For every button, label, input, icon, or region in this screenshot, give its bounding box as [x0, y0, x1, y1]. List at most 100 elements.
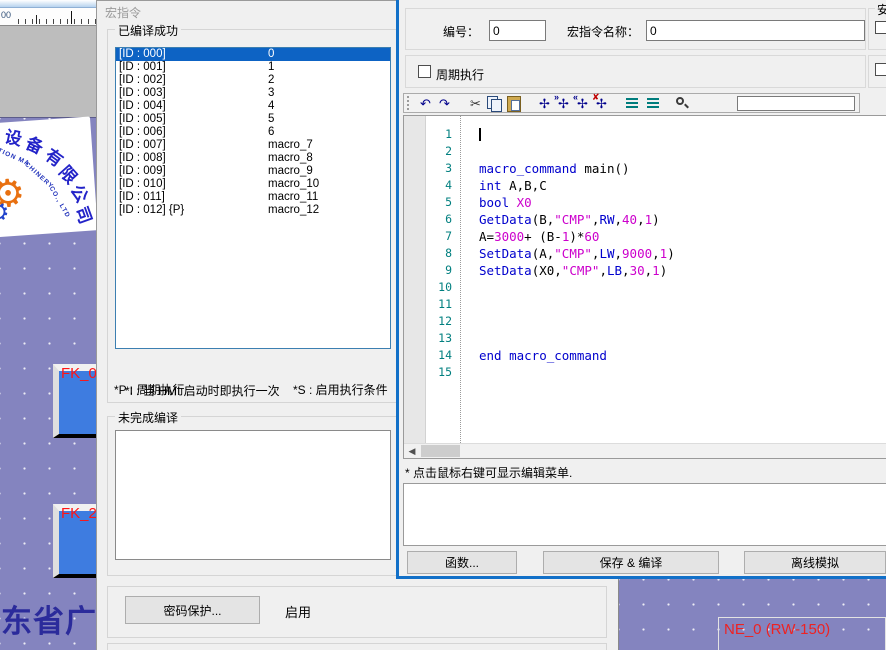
macro-editor-dialog: 编号： 宏指令名称： 周期执行 安 ↶ ↷ ✂ ✢ ✢»	[396, 0, 886, 579]
cut-icon[interactable]: ✂	[466, 95, 485, 111]
periodic-group: 周期执行	[405, 55, 866, 88]
macro-list-item[interactable]: [ID : 007]macro_7	[116, 139, 390, 152]
macro-list-item[interactable]: [ID : 006]6	[116, 126, 390, 139]
line-number: 10	[426, 279, 452, 296]
compiled-macro-list[interactable]: [ID : 000]0[ID : 001]1[ID : 002]2[ID : 0…	[115, 47, 391, 349]
code-line[interactable]	[479, 313, 886, 330]
line-number: 2	[426, 143, 452, 160]
ruler-ticks	[12, 19, 96, 24]
ne0-label: NE_0 (RW-150)	[724, 621, 830, 638]
line-number-gutter: 123456789101112131415	[426, 126, 452, 381]
uncompiled-macro-list[interactable]	[115, 430, 391, 560]
code-line[interactable]: SetData(A,"CMP",LW,9000,1)	[479, 245, 886, 262]
line-number: 11	[426, 296, 452, 313]
password-protect-button[interactable]: 密码保护...	[125, 596, 260, 624]
code-line[interactable]: macro_command main()	[479, 160, 886, 177]
ruler-tick-major	[71, 11, 72, 24]
security-group-1: 安	[868, 8, 886, 50]
line-number: 14	[426, 347, 452, 364]
save-compile-button[interactable]: 保存 & 编译	[543, 551, 719, 574]
macro-name-input[interactable]	[646, 20, 865, 41]
line-number: 5	[426, 194, 452, 211]
code-line[interactable]: bool X0	[479, 194, 886, 211]
line-number: 12	[426, 313, 452, 330]
functions-button[interactable]: 函数...	[407, 551, 517, 574]
fk2-label: FK_2	[61, 505, 97, 522]
toolbar-grip[interactable]	[407, 96, 412, 110]
uncompiled-group-label: 未完成编译	[115, 409, 181, 426]
periodic-checkbox[interactable]	[418, 65, 431, 78]
macro-list-item[interactable]: [ID : 002]2	[116, 74, 390, 87]
code-line[interactable]	[479, 126, 886, 143]
periodic-checkbox-label: 周期执行	[436, 66, 484, 83]
company-logo[interactable]: 设 备 有 限 公 司 TION MA CHINERY CO., LTD ⚙ ⚙	[0, 116, 98, 237]
code-line[interactable]: SetData(X0,"CMP",LB,30,1)	[479, 262, 886, 279]
design-canvas-left: 设 备 有 限 公 司 TION MA CHINERY CO., LTD ⚙ ⚙…	[0, 117, 96, 650]
line-number: 6	[426, 211, 452, 228]
security-group-label: 安	[875, 1, 886, 18]
password-status-label: 启用	[285, 602, 311, 621]
gutter-separator	[460, 116, 461, 443]
workspace-gray-area	[0, 26, 96, 117]
fk0-function-key-widget[interactable]: FK_0	[53, 364, 99, 438]
macro-list-item[interactable]: [ID : 000]0	[116, 48, 390, 61]
paste-icon[interactable]	[504, 95, 523, 111]
code-line[interactable]	[479, 296, 886, 313]
bookmark-clear-all-icon[interactable]: ✢✘	[592, 95, 611, 111]
macro-list-item[interactable]: [ID : 008]macro_8	[116, 152, 390, 165]
compiled-group-label: 已编译成功	[115, 22, 181, 39]
bookmark-next-icon[interactable]: ✢»	[554, 95, 573, 111]
toolbar-search-combobox[interactable]	[737, 96, 855, 111]
code-line[interactable]: A=3000+ (B-1)*60	[479, 228, 886, 245]
offline-simulation-button[interactable]: 离线模拟	[744, 551, 886, 574]
undo-icon[interactable]: ↶	[416, 95, 435, 111]
code-line[interactable]	[479, 364, 886, 381]
code-lines[interactable]: macro_command main()int A,B,Cbool X0GetD…	[479, 126, 886, 381]
redo-icon[interactable]: ↷	[435, 95, 454, 111]
macro-code-editor[interactable]: 123456789101112131415 macro_command main…	[403, 115, 886, 459]
editor-horizontal-scrollbar[interactable]: ◀	[404, 443, 886, 458]
code-line[interactable]: GetData(B,"CMP",RW,40,1)	[479, 211, 886, 228]
note-condition: *S : 启用执行条件	[293, 381, 388, 398]
id-name-group: 编号： 宏指令名称：	[405, 8, 866, 50]
code-line[interactable]: end macro_command	[479, 347, 886, 364]
bookmark-toggle-icon[interactable]: ✢	[535, 95, 554, 111]
outdent-icon[interactable]	[642, 95, 661, 111]
bookmark-previous-icon[interactable]: ✢«	[573, 95, 592, 111]
fk2-function-key-widget[interactable]: FK_2	[53, 504, 99, 578]
security-checkbox-2[interactable]	[875, 63, 886, 76]
copy-icon[interactable]	[485, 95, 504, 111]
macro-list-item[interactable]: [ID : 003]3	[116, 87, 390, 100]
logo-char-2: 备	[22, 129, 48, 159]
scrollbar-thumb[interactable]	[421, 445, 460, 457]
line-number: 9	[426, 262, 452, 279]
macro-list-item[interactable]: [ID : 005]5	[116, 113, 390, 126]
code-line[interactable]	[479, 330, 886, 347]
find-replace-icon[interactable]	[673, 95, 692, 111]
scroll-left-arrow-icon[interactable]: ◀	[404, 444, 420, 458]
code-line[interactable]	[479, 143, 886, 160]
macro-list-item[interactable]: [ID : 012] {P}macro_12	[116, 204, 390, 217]
macro-list-item[interactable]: [ID : 011]macro_11	[116, 191, 390, 204]
ruler-origin-label: 00	[1, 10, 11, 20]
compile-message-box	[403, 483, 886, 546]
macro-list-item[interactable]: [ID : 010]macro_10	[116, 178, 390, 191]
line-number: 13	[426, 330, 452, 347]
password-group: 密码保护... 启用	[107, 586, 607, 638]
gear-icon-blue: ⚙	[0, 198, 11, 226]
line-number: 15	[426, 364, 452, 381]
code-line[interactable]: int A,B,C	[479, 177, 886, 194]
macro-list-item[interactable]: [ID : 004]4	[116, 100, 390, 113]
macro-list-item[interactable]: [ID : 001]1	[116, 61, 390, 74]
line-number: 8	[426, 245, 452, 262]
horizontal-ruler: 00	[0, 8, 96, 26]
indent-icon[interactable]	[623, 95, 642, 111]
macro-id-input[interactable]	[489, 20, 546, 41]
code-line[interactable]	[479, 279, 886, 296]
editor-toolbar: ↶ ↷ ✂ ✢ ✢» ✢« ✢✘	[403, 93, 860, 113]
main-window-titlebar-strip	[0, 0, 96, 8]
security-checkbox-1[interactable]	[875, 21, 886, 34]
ne0-numeric-widget[interactable]: NE_0 (RW-150)	[718, 617, 886, 650]
macro-list-item[interactable]: [ID : 009]macro_9	[116, 165, 390, 178]
editor-margin-strip	[404, 116, 426, 443]
